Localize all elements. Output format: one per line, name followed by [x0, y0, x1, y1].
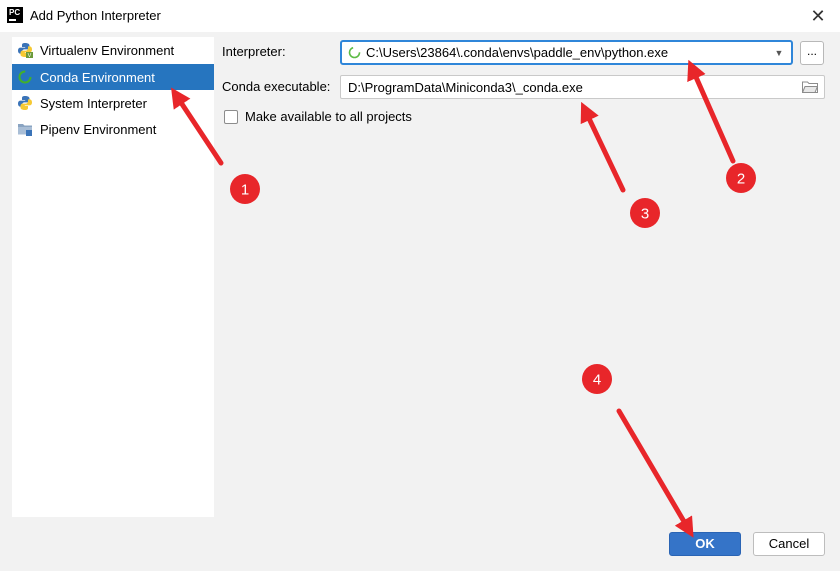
annotation-badge-4: 4: [582, 364, 612, 394]
conda-executable-label: Conda executable:: [222, 79, 331, 94]
interpreter-dropdown[interactable]: C:\Users\23864\.conda\envs\paddle_env\py…: [340, 40, 793, 65]
python-virtualenv-icon: V: [18, 43, 33, 58]
annotation-badge-2: 2: [726, 163, 756, 193]
annotation-arrow-4: [616, 408, 694, 538]
sidebar-item-conda[interactable]: Conda Environment: [12, 64, 214, 90]
title-bar: PC Add Python Interpreter ✕: [0, 0, 840, 32]
annotation-badge-1: 1: [230, 174, 260, 204]
annotation-arrow-3: [580, 101, 626, 193]
annotation-badge-number: 3: [641, 206, 649, 223]
make-available-label: Make available to all projects: [245, 109, 412, 124]
pycharm-app-icon: PC: [7, 7, 23, 23]
browse-interpreter-button[interactable]: ...: [800, 41, 824, 65]
sidebar-item-label: Virtualenv Environment: [40, 42, 175, 58]
pipenv-folder-icon: [18, 124, 32, 136]
annotation-badge-number: 1: [241, 182, 249, 199]
sidebar-item-virtualenv[interactable]: V Virtualenv Environment: [12, 37, 214, 63]
annotation-badge-number: 4: [593, 372, 601, 389]
sidebar-item-label: System Interpreter: [40, 95, 147, 111]
make-available-checkbox-row[interactable]: Make available to all projects: [224, 109, 412, 124]
python-icon: [18, 96, 32, 110]
cancel-button[interactable]: Cancel: [753, 532, 825, 556]
conda-spinner-icon: [348, 46, 361, 59]
close-button[interactable]: ✕: [808, 6, 828, 26]
svg-text:V: V: [28, 53, 32, 58]
annotation-badge-3: 3: [630, 198, 660, 228]
close-icon: ✕: [810, 6, 826, 26]
sidebar-item-label: Pipenv Environment: [40, 121, 157, 137]
app-icon-text: PC: [9, 8, 21, 17]
make-available-checkbox[interactable]: [224, 109, 238, 124]
interpreter-label: Interpreter:: [222, 44, 286, 59]
sidebar-item-system[interactable]: System Interpreter: [12, 90, 214, 116]
chevron-down-icon: ▼: [774, 47, 784, 58]
window-title: Add Python Interpreter: [30, 8, 161, 23]
interpreter-value: C:\Users\23864\.conda\envs\paddle_env\py…: [366, 45, 669, 60]
ok-button[interactable]: OK: [669, 532, 741, 556]
sidebar-item-label: Conda Environment: [40, 69, 155, 85]
conda-spinner-icon: [18, 70, 32, 84]
folder-icon[interactable]: [802, 81, 818, 93]
conda-executable-field[interactable]: D:\ProgramData\Miniconda3\_conda.exe: [340, 75, 825, 99]
environment-type-list: V Virtualenv Environment Conda Environme…: [12, 37, 214, 517]
conda-executable-value: D:\ProgramData\Miniconda3\_conda.exe: [348, 79, 583, 95]
sidebar-item-pipenv[interactable]: Pipenv Environment: [12, 116, 214, 142]
annotation-badge-number: 2: [737, 171, 745, 188]
